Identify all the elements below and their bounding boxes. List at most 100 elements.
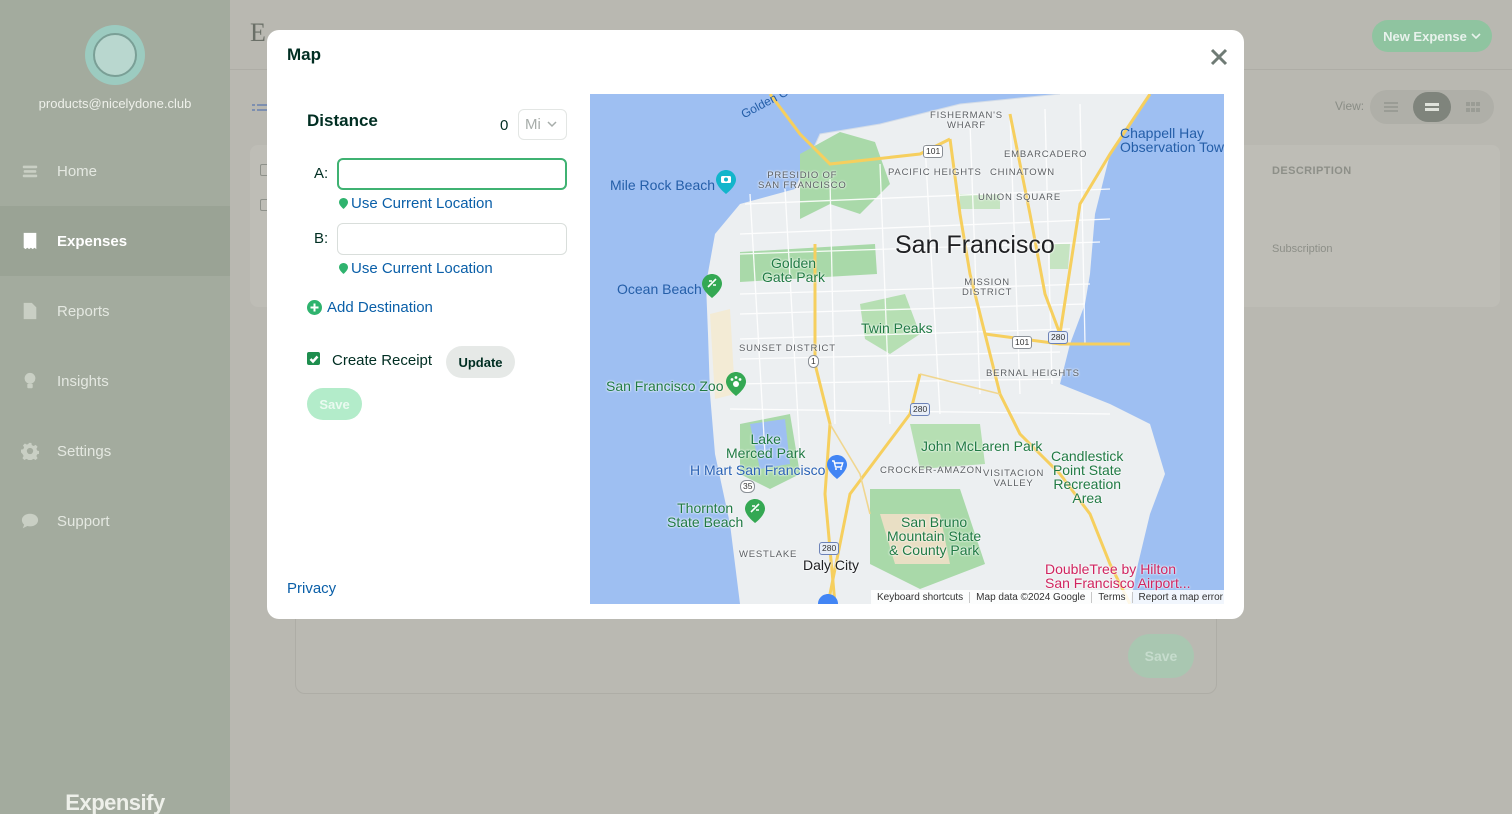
sidebar-item-home[interactable]: Home	[0, 136, 230, 206]
map-label-sunset-district: SUNSET DISTRICT	[739, 343, 836, 354]
sidebar-item-expenses[interactable]: Expenses	[0, 206, 230, 276]
table-cell-description: Subscription	[1272, 243, 1333, 255]
map-label-mile-rock: Mile Rock Beach	[610, 177, 716, 193]
brand-logo: Expensify	[65, 790, 165, 814]
create-receipt-checkbox[interactable]	[307, 352, 320, 365]
waypoint-b-input[interactable]	[337, 223, 567, 255]
map-label-h-mart: H Mart San Francisco	[690, 462, 826, 478]
map-label-candlestick: Candlestick Point State Recreation Area	[1051, 448, 1124, 506]
chat-icon	[20, 511, 40, 531]
add-destination-label: Add Destination	[327, 299, 433, 316]
sidebar-item-label: Home	[57, 162, 98, 180]
map-attribution: Keyboard shortcuts Map data ©2024 Google…	[871, 590, 1224, 604]
view-compact-button[interactable]	[1413, 92, 1451, 122]
close-button[interactable]	[1207, 45, 1231, 69]
update-button[interactable]: Update	[446, 346, 515, 378]
rows-icon	[1425, 103, 1439, 111]
map-label-crocker-amazon: CROCKER-AMAZON	[880, 465, 983, 476]
sidebar-item-label: Reports	[57, 302, 110, 320]
checkmark-icon	[309, 355, 318, 363]
add-destination-button[interactable]: Add Destination	[307, 299, 433, 316]
create-receipt-label: Create Receipt	[332, 352, 433, 369]
gear-icon	[20, 441, 40, 461]
page-title: E	[250, 18, 266, 47]
privacy-link[interactable]: Privacy	[287, 580, 336, 597]
view-label: View:	[1335, 99, 1365, 113]
use-current-location-label: Use Current Location	[351, 260, 493, 277]
use-current-location-b[interactable]: Use Current Location	[339, 260, 493, 277]
sidebar-item-label: Expenses	[57, 232, 128, 250]
view-toggle	[1370, 90, 1494, 124]
park-pin-icon[interactable]	[745, 499, 765, 523]
map-label-chinatown: CHINATOWN	[990, 167, 1055, 178]
keyboard-shortcuts-link[interactable]: Keyboard shortcuts	[871, 591, 971, 603]
home-icon	[20, 161, 40, 181]
map-label-golden-gate-park: Golden Gate Park	[762, 255, 826, 285]
map-label-mission-district: MISSION DISTRICT	[962, 277, 1013, 298]
distance-value: 0	[500, 117, 509, 134]
terms-link[interactable]: Terms	[1092, 591, 1133, 603]
camera-pin-icon[interactable]	[716, 170, 736, 194]
highway-shield-101: 101	[1012, 336, 1033, 349]
sidebar-item-label: Insights	[57, 372, 109, 390]
highway-shield-280: 280	[819, 542, 840, 555]
highway-shield-280: 280	[1048, 331, 1069, 344]
map-label-daly-city: Daly City	[803, 557, 860, 573]
column-header-description[interactable]: DESCRIPTION	[1272, 165, 1352, 177]
sidebar-item-label: Support	[57, 512, 110, 530]
sidebar-item-insights[interactable]: Insights	[0, 346, 230, 416]
map-label-presidio: PRESIDIO OF SAN FRANCISCO	[758, 170, 847, 191]
highway-shield-35: 35	[740, 480, 756, 493]
map-label-fishermans-wharf: FISHERMAN'S WHARF	[930, 110, 1003, 131]
map-label-san-bruno: San Bruno Mountain State & County Park	[887, 514, 982, 558]
use-current-location-a[interactable]: Use Current Location	[339, 195, 493, 212]
map-label-chappell: Chappell Hay Observation Tow	[1120, 125, 1224, 155]
map-label-bernal-heights: BERNAL HEIGHTS	[986, 368, 1080, 379]
sidebar: products@nicelydone.club Home Expenses R…	[0, 0, 230, 814]
unit-select-value: Mi	[525, 116, 541, 133]
map-label-sf-zoo: San Francisco Zoo	[606, 378, 724, 394]
chevron-down-icon	[1471, 32, 1481, 39]
map-label-visitacion-valley: VISITACION VALLEY	[983, 468, 1045, 489]
map-label-westlake: WESTLAKE	[739, 549, 798, 560]
waypoint-a-input[interactable]	[337, 158, 567, 190]
user-email: products@nicelydone.club	[38, 96, 192, 111]
view-list-button[interactable]	[1372, 92, 1410, 122]
sidebar-item-reports[interactable]: Reports	[0, 276, 230, 346]
filter-icon[interactable]	[252, 103, 268, 117]
sidebar-item-support[interactable]: Support	[0, 486, 230, 556]
map-data-credit: Map data ©2024 Google	[970, 591, 1093, 603]
report-map-error-link[interactable]: Report a map error	[1133, 592, 1224, 603]
map-label-embarcadero: EMBARCADERO	[1004, 149, 1088, 160]
shopping-cart-pin-icon[interactable]	[827, 455, 847, 479]
new-expense-label: New Expense	[1383, 28, 1467, 44]
map-label-pacific-heights: PACIFIC HEIGHTS	[888, 167, 982, 178]
unit-select[interactable]: Mi	[518, 109, 567, 140]
location-pin-icon	[339, 263, 348, 274]
highway-shield-1: 1	[808, 355, 819, 368]
chevron-down-icon	[547, 121, 557, 128]
use-current-location-label: Use Current Location	[351, 195, 493, 212]
map-label-union-square: UNION SQUARE	[978, 192, 1061, 203]
avatar[interactable]	[85, 25, 145, 85]
map-view[interactable]: Golden Gate FISHERMAN'S WHARF Chappell H…	[590, 94, 1224, 604]
map-label-lake-merced: Lake Merced Park	[726, 431, 806, 461]
view-grid-button[interactable]	[1454, 92, 1492, 122]
distance-label: Distance	[307, 111, 378, 130]
zoo-pin-icon[interactable]	[726, 372, 746, 396]
plus-circle-icon	[307, 300, 322, 315]
sidebar-item-settings[interactable]: Settings	[0, 416, 230, 486]
save-button[interactable]: Save	[307, 388, 362, 420]
map-label-san-francisco: San Francisco	[895, 231, 1055, 259]
sidebar-item-label: Settings	[57, 442, 112, 460]
lightbulb-icon	[20, 371, 40, 391]
modal-title: Map	[287, 45, 321, 64]
background-save-button[interactable]: Save	[1128, 634, 1194, 678]
receipt-icon	[20, 231, 40, 251]
map-modal: Map Distance 0 Mi A: Use Current Locatio…	[267, 30, 1244, 619]
new-expense-button[interactable]: New Expense	[1372, 20, 1492, 52]
map-pin-icon[interactable]	[818, 594, 838, 604]
highway-shield-280: 280	[910, 403, 931, 416]
avatar-image	[93, 33, 137, 77]
park-pin-icon[interactable]	[702, 274, 722, 298]
